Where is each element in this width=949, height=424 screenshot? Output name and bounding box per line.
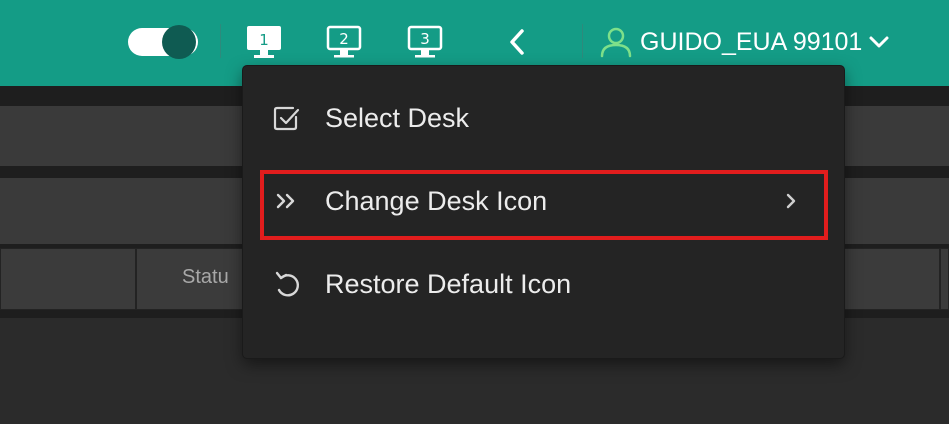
user-icon [600, 27, 632, 58]
user-name: GUIDO_EUA 99101 [640, 27, 863, 56]
desk-monitor-icon: 3 [407, 25, 443, 58]
chevron-down-icon [869, 36, 889, 48]
double-chevron-right-icon [271, 186, 301, 216]
restore-icon [271, 269, 301, 299]
menu-item-label: Restore Default Icon [325, 268, 572, 299]
table-header-cell [0, 248, 136, 310]
table-header-cell [940, 248, 949, 310]
toggle-knob[interactable] [162, 25, 196, 59]
desk-2-number: 2 [339, 30, 349, 48]
desk-1-number: 1 [259, 31, 269, 49]
menu-item-label: Change Desk Icon [325, 185, 548, 216]
desk-3-button[interactable]: 3 [405, 22, 445, 62]
divider [220, 24, 221, 58]
table-header-cell [830, 248, 940, 310]
menu-item-change-desk-icon[interactable]: Change Desk Icon [243, 167, 844, 235]
user-menu[interactable]: GUIDO_EUA 99101 [598, 22, 892, 62]
desk-1-button[interactable]: 1 [244, 22, 284, 62]
menu-item-label: Select Desk [325, 102, 470, 133]
divider [582, 24, 583, 58]
desk-monitor-icon: 2 [326, 25, 362, 58]
submenu-chevron-right-icon [786, 193, 796, 209]
desk-context-menu: Select Desk Change Desk Icon Restore Def… [243, 66, 844, 358]
menu-item-select-desk[interactable]: Select Desk [243, 84, 844, 152]
back-button[interactable] [500, 22, 534, 62]
desk-2-button[interactable]: 2 [324, 22, 364, 62]
checkbox-icon [271, 103, 301, 133]
desk-monitor-icon: 1 [247, 26, 281, 58]
desk-3-number: 3 [420, 30, 430, 48]
status-column-header: Statu [182, 266, 229, 288]
menu-item-restore-default-icon[interactable]: Restore Default Icon [243, 250, 844, 318]
chevron-left-icon [510, 29, 524, 55]
